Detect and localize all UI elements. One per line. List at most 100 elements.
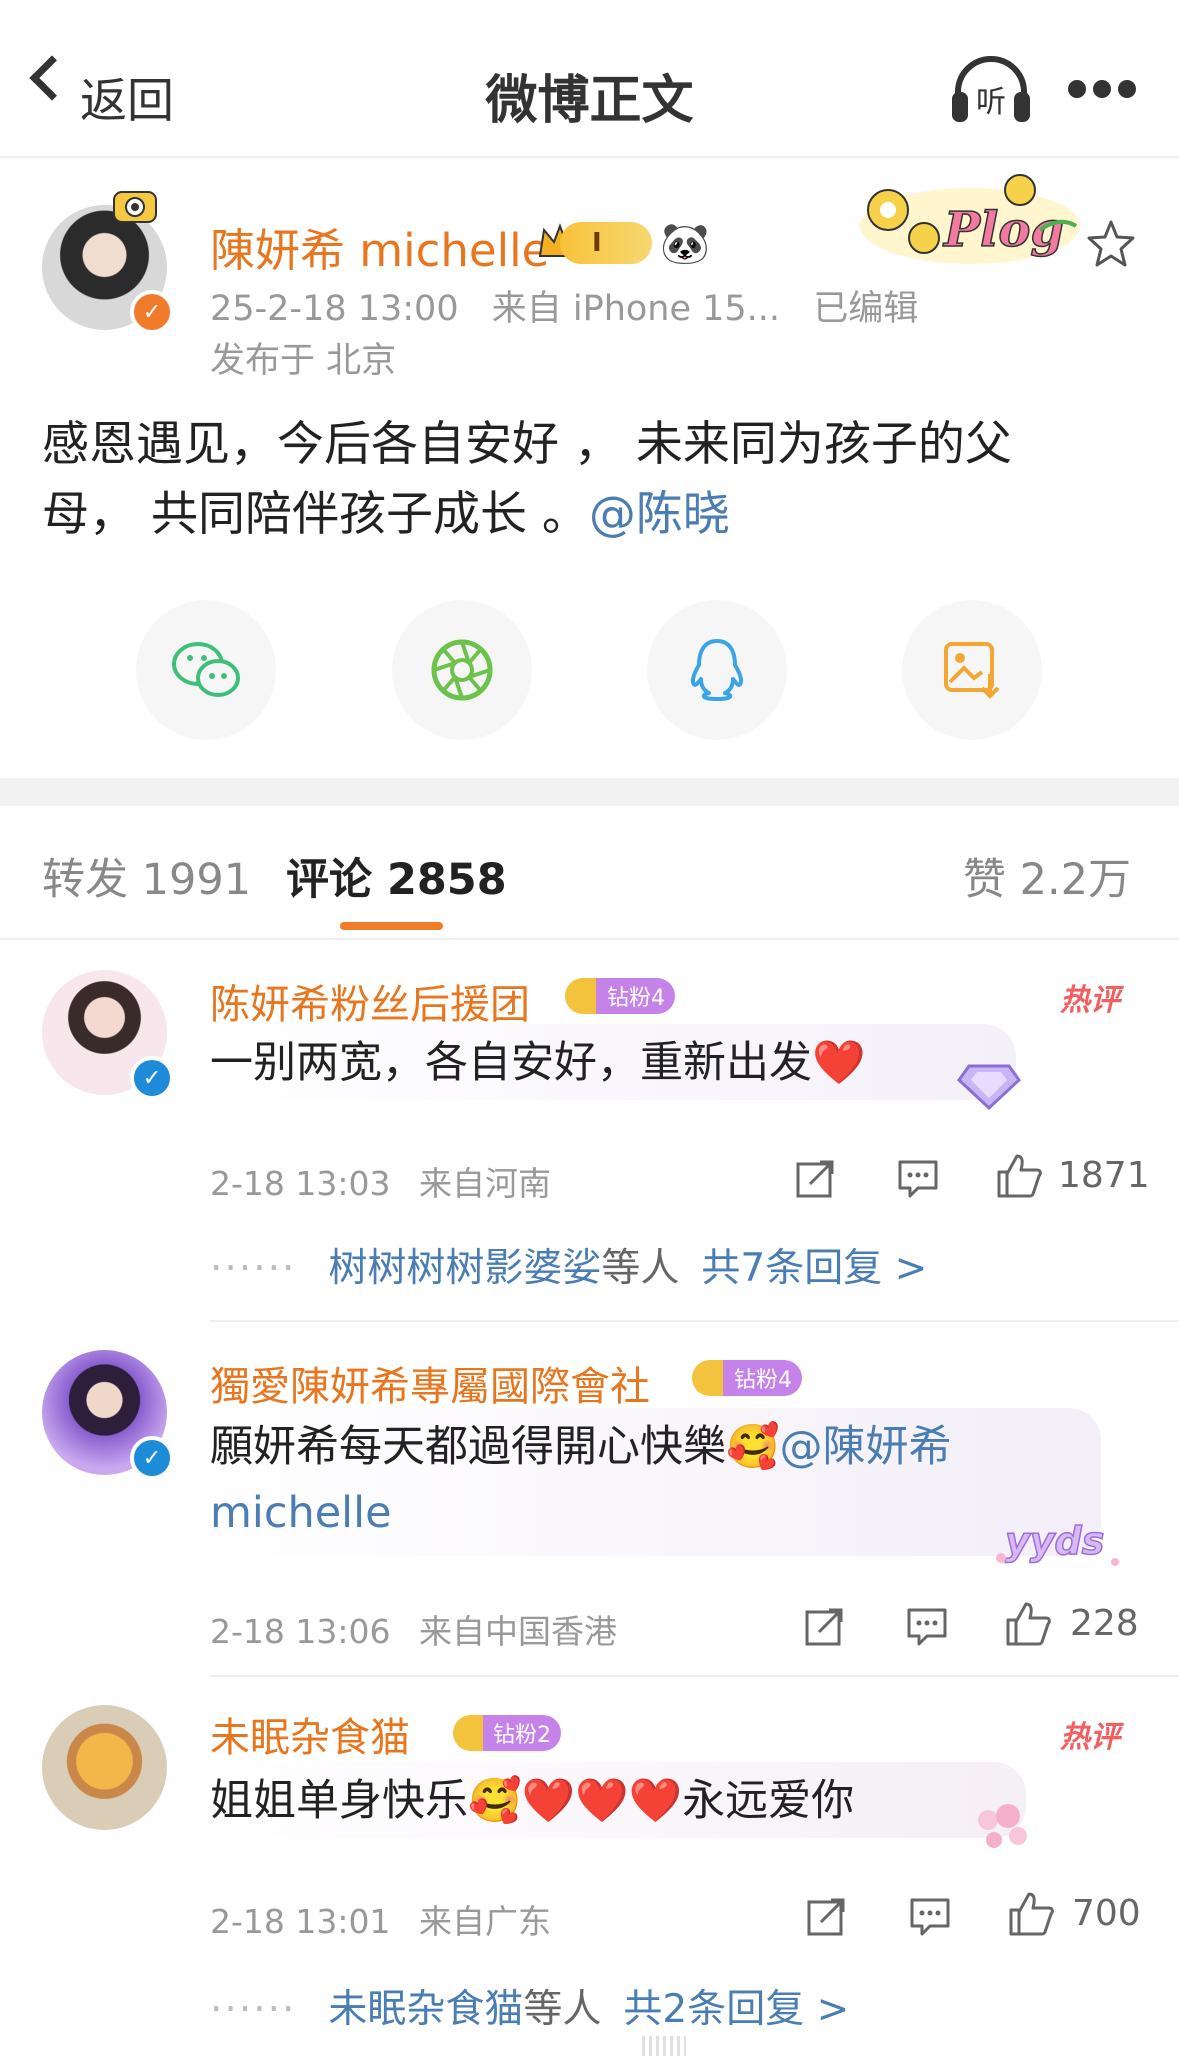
comment-time: 2-18 13:06 <box>210 1612 391 1651</box>
like-count: 700 <box>1072 1893 1141 1934</box>
like-icon[interactable] <box>1007 1890 1055 1938</box>
post-text-line-2: 母， 共同陪伴孩子成长 。 <box>42 487 589 542</box>
hot-comment-badge: 热评 <box>1060 983 1120 1018</box>
comment-text-body: 一别两宽，各自安好，重新出发 <box>210 1038 812 1088</box>
panda-icon: 🐼 <box>660 221 710 267</box>
fan-level-label: 钻粉2 <box>453 1715 561 1751</box>
heart-emoji-icon: ❤️ <box>575 1776 629 1826</box>
view-replies-link[interactable]: 共2条回复 > <box>623 1987 849 2032</box>
replies-names[interactable]: 未眠杂食猫 <box>328 1987 523 2032</box>
post-source: 来自 iPhone 15... <box>491 289 781 329</box>
comment-author[interactable]: 未眠杂食猫 <box>210 1705 410 1763</box>
replies-suffix: 等人 <box>601 1246 680 1291</box>
like-count: 1871 <box>1058 1155 1150 1196</box>
fan-badge[interactable]: 钻粉2 <box>453 1715 561 1751</box>
like-icon[interactable] <box>1004 1600 1052 1648</box>
favorite-star-icon[interactable] <box>1085 218 1137 270</box>
save-image-button[interactable] <box>902 600 1042 740</box>
comment-text-body: 願妍希每天都過得開心快樂 <box>210 1422 726 1472</box>
comment-location: 来自中国香港 <box>419 1612 617 1651</box>
heart-emoji-icon: ❤️ <box>521 1776 576 1826</box>
comment-text-end: 永远爱你 <box>682 1776 855 1826</box>
repost-icon[interactable] <box>805 1894 849 1938</box>
qq-icon <box>690 639 744 701</box>
tab-reposts[interactable]: 转发 1991 <box>42 845 251 907</box>
verified-badge-icon: ✓ <box>130 1436 174 1480</box>
comment-text: 願妍希每天都過得開心快樂🥰@陳妍希 michelle <box>210 1414 1110 1546</box>
replies-dots: ······ <box>210 1246 297 1291</box>
member-level-badge[interactable]: I <box>560 222 652 264</box>
headphones-listen-icon[interactable]: 听 <box>950 56 1032 126</box>
more-options-icon[interactable] <box>1068 80 1136 100</box>
comment-text-body: 姐姐单身快乐 <box>210 1776 468 1826</box>
comment-icon[interactable] <box>908 1894 952 1938</box>
sticker-label: yyds <box>1005 1519 1104 1563</box>
share-moments-button[interactable] <box>392 600 532 740</box>
fan-level-label: 钻粉4 <box>565 978 675 1014</box>
mention-link[interactable]: @陳妍希 <box>780 1422 952 1472</box>
replies-preview[interactable]: ······ 未眠杂食猫等人 共2条回复 > <box>210 1978 849 2034</box>
verified-badge-icon: ✓ <box>130 290 174 334</box>
diamond-sticker-icon <box>957 1064 1021 1111</box>
view-replies-link[interactable]: 共7条回复 > <box>701 1246 927 1291</box>
yyds-sticker-icon: yyds <box>996 1518 1119 1566</box>
active-tab-indicator <box>340 922 443 930</box>
post-text-line-1: 感恩遇见，今后各自安好 ， 未来同为孩子的父 <box>42 417 1012 472</box>
tabs-divider <box>0 938 1179 940</box>
plog-sticker-icon: Plog <box>860 174 1080 264</box>
post-location: 发布于 北京 <box>210 341 397 381</box>
comment-time: 2-18 13:01 <box>210 1902 391 1941</box>
tab-comments[interactable]: 评论 2858 <box>286 845 507 907</box>
fan-badge[interactable]: 钻粉4 <box>692 1360 802 1396</box>
comment-author[interactable]: 陈妍希粉丝后援团 <box>210 972 530 1030</box>
wechat-icon <box>172 642 240 697</box>
post-timestamp: 25-2-18 13:00 <box>210 289 459 329</box>
section-divider <box>0 778 1179 806</box>
share-qq-button[interactable] <box>647 600 787 740</box>
author-name[interactable]: 陳妍希 michelle <box>210 214 549 279</box>
listen-label: 听 <box>976 85 1006 120</box>
hot-comment-badge: 热评 <box>1060 1720 1120 1755</box>
comment-location: 来自河南 <box>419 1164 551 1203</box>
like-count: 228 <box>1070 1603 1139 1644</box>
comment-divider <box>210 1675 1179 1677</box>
heart-emoji-icon: ❤️ <box>628 1776 683 1826</box>
fan-level-label: 钻粉4 <box>692 1360 802 1396</box>
comment-text: 姐姐单身快乐🥰❤️❤️❤️永远爱你 <box>210 1768 854 1834</box>
comment-icon[interactable] <box>905 1604 949 1648</box>
post-meta: 25-2-18 13:00 来自 iPhone 15... 已编辑 <box>210 280 918 331</box>
comment-divider <box>210 1320 1179 1322</box>
comment-location: 来自广东 <box>419 1902 551 1941</box>
watermark-mark <box>642 2036 686 2056</box>
post-body: 感恩遇见，今后各自安好 ， 未来同为孩子的父 母， 共同陪伴孩子成长 。@陈晓 <box>42 410 1122 550</box>
save-image-icon <box>944 642 1000 699</box>
comment-author[interactable]: 獨愛陳妍希專屬國際會社 <box>210 1354 650 1412</box>
comment-avatar[interactable] <box>42 1705 167 1830</box>
comment-meta: 2-18 13:06 来自中国香港 <box>210 1605 617 1653</box>
replies-suffix: 等人 <box>523 1987 602 2032</box>
tab-likes[interactable]: 赞 2.2万 <box>963 845 1131 907</box>
repost-icon[interactable] <box>794 1156 838 1200</box>
moments-icon <box>431 639 493 701</box>
replies-preview[interactable]: ······ 树树树树影婆娑等人 共7条回复 > <box>210 1237 927 1293</box>
replies-dots: ······ <box>210 1987 297 2032</box>
comment-meta: 2-18 13:01 来自广东 <box>210 1895 551 1943</box>
repost-icon[interactable] <box>803 1604 847 1648</box>
mention-link-cont[interactable]: michelle <box>210 1480 1110 1546</box>
emoji-icon: 🥰 <box>726 1422 780 1472</box>
plog-label: Plog <box>942 202 1064 258</box>
replies-names[interactable]: 树树树树影婆娑 <box>328 1246 601 1291</box>
mention-link[interactable]: @陈晓 <box>589 487 730 542</box>
heart-emoji-icon: ❤️ <box>812 1038 866 1088</box>
edited-label[interactable]: 已编辑 <box>813 289 918 329</box>
comment-time: 2-18 13:03 <box>210 1164 391 1203</box>
camera-pendant-icon <box>113 191 157 223</box>
comment-meta: 2-18 13:03 来自河南 <box>210 1157 551 1205</box>
share-wechat-button[interactable] <box>136 600 276 740</box>
flower-sticker-icon <box>978 1804 1027 1848</box>
fan-badge[interactable]: 钻粉4 <box>565 978 675 1014</box>
like-icon[interactable] <box>995 1152 1043 1200</box>
emoji-icon: 🥰 <box>468 1776 522 1826</box>
comment-icon[interactable] <box>896 1156 940 1200</box>
verified-badge-icon: ✓ <box>130 1056 174 1100</box>
